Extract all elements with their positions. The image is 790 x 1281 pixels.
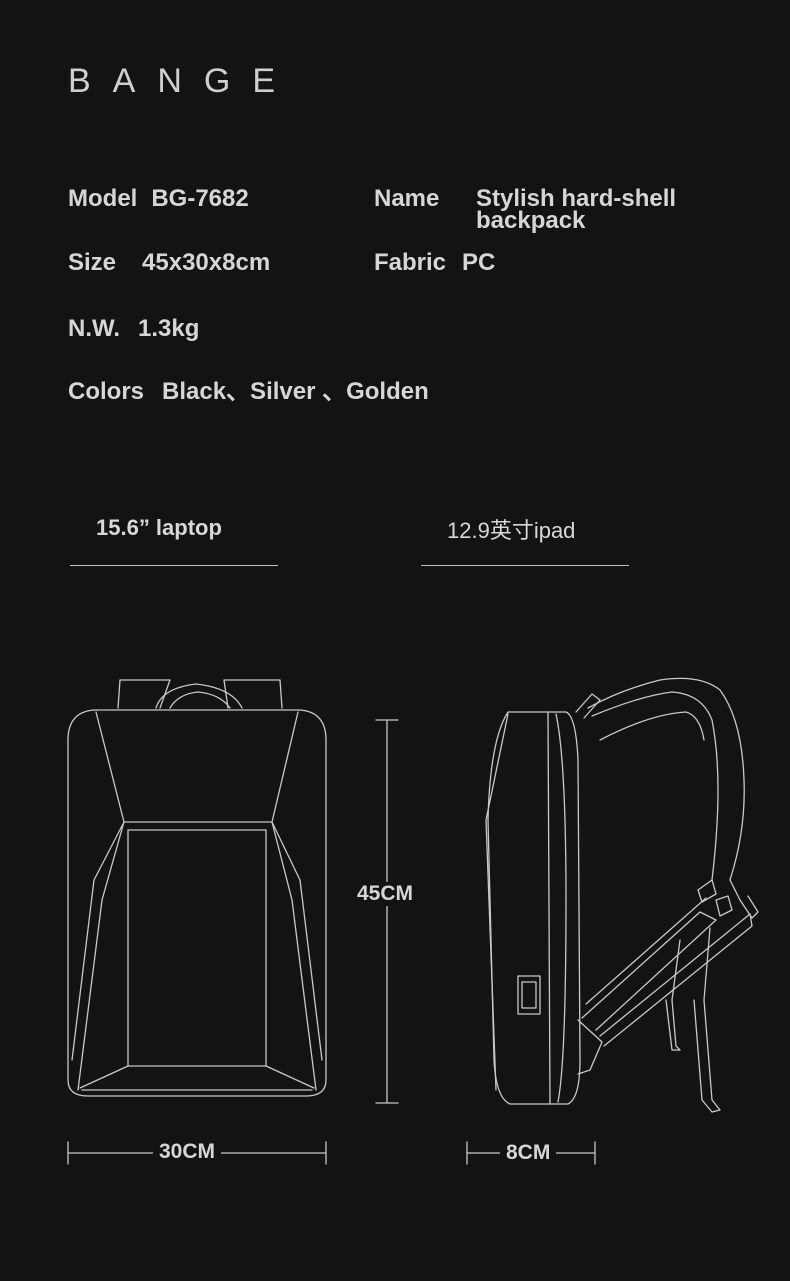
dimension-height-label: 45CM [351, 882, 420, 906]
backpack-drawing [67, 677, 759, 1165]
dimension-width-label: 30CM [153, 1140, 222, 1164]
dimension-depth-label: 8CM [500, 1141, 557, 1165]
backpack-front-view [67, 679, 327, 1097]
backpack-side-view [485, 677, 759, 1113]
dimension-lines [67, 719, 596, 1165]
